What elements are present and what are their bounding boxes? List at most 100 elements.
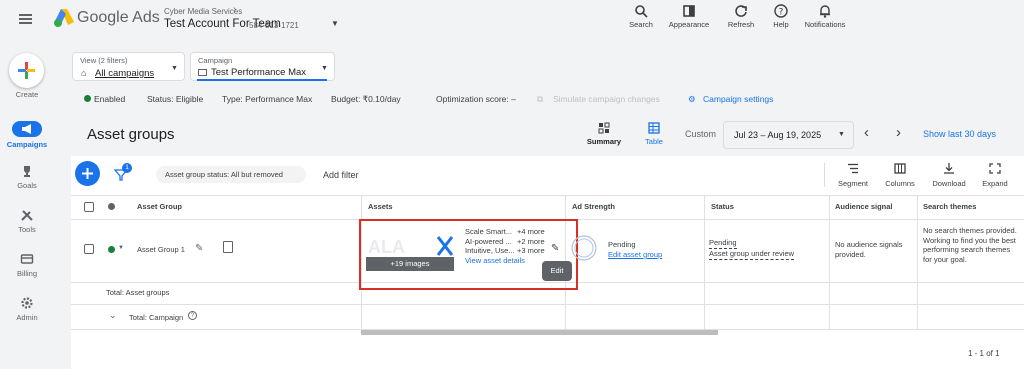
summary-label: Summary — [586, 137, 622, 146]
account-parent[interactable]: Cyber Media Services — [164, 7, 242, 16]
nav-campaigns[interactable]: Campaigns — [0, 121, 54, 149]
col-divider — [829, 196, 830, 330]
audience-signal-value: No audience signals provided. — [835, 240, 903, 259]
refresh-label: Refresh — [727, 20, 755, 29]
segment-label: Segment — [837, 179, 869, 188]
search-label: Search — [629, 20, 653, 29]
expand-button[interactable]: Expand — [978, 163, 1012, 188]
asset-group-status-filter-chip[interactable]: Asset group status: All but removed — [156, 166, 306, 183]
add-asset-group-button[interactable] — [75, 161, 100, 186]
col-assets[interactable]: Assets — [368, 202, 393, 211]
expand-icon — [989, 163, 1001, 174]
summary-icon — [598, 122, 610, 134]
horizontal-scrollbar[interactable] — [361, 330, 718, 335]
nav-campaigns-label: Campaigns — [6, 140, 48, 149]
expand-label: Expand — [982, 179, 1008, 188]
help-label: Help — [773, 20, 789, 29]
trophy-icon — [24, 166, 30, 177]
campaign-status: Status: Eligible — [147, 94, 204, 104]
col-audience-signal[interactable]: Audience signal — [835, 202, 893, 211]
nav-tools[interactable]: Tools — [0, 208, 54, 234]
col-search-themes[interactable]: Search themes — [923, 202, 976, 211]
highlight-box — [359, 219, 578, 290]
refresh-icon — [735, 5, 747, 17]
columns-button[interactable]: Columns — [880, 163, 920, 188]
account-dropdown-icon[interactable]: ▼ — [331, 19, 339, 28]
add-filter-button[interactable]: Add filter — [323, 170, 359, 180]
google-ads-logo-icon — [54, 9, 74, 27]
nav-billing[interactable]: Billing — [0, 252, 54, 278]
campaign-type: Type: Performance Max — [222, 94, 313, 104]
filter-button[interactable]: 1 — [114, 163, 132, 182]
simulate-campaign-changes: Simulate campaign changes — [553, 94, 660, 104]
col-status[interactable]: Status — [711, 202, 734, 211]
ad-strength-value: Pending — [608, 240, 636, 249]
campaign-settings-link[interactable]: Campaign settings — [703, 94, 773, 104]
help-button[interactable]: ? Help — [768, 4, 794, 29]
filter-chip-label: Asset group status: All but removed — [165, 170, 283, 179]
asset-group-name[interactable]: Asset Group 1 — [137, 245, 185, 255]
enabled-dot — [108, 246, 115, 253]
appearance-icon — [683, 5, 695, 17]
chevron-left-icon[interactable]: ‹ — [864, 124, 869, 141]
summary-view-button[interactable]: Summary — [585, 122, 623, 146]
chevron-right-icon: › — [233, 4, 237, 15]
nav-goals[interactable]: Goals — [0, 164, 54, 190]
col-divider — [917, 196, 918, 330]
page-title: Asset groups — [87, 126, 175, 143]
account-id: 584-313-1721 — [249, 21, 299, 30]
table-label: Table — [645, 137, 663, 146]
nav-create-label: Create — [15, 90, 39, 99]
download-button[interactable]: Download — [929, 163, 969, 188]
edit-asset-group-link[interactable]: Edit asset group — [608, 250, 662, 260]
notifications-label: Notifications — [804, 20, 846, 29]
create-button[interactable] — [9, 53, 44, 88]
billing-icon — [20, 254, 34, 264]
show-last-30-days-link[interactable]: Show last 30 days — [923, 129, 996, 139]
segment-button[interactable]: Segment — [833, 163, 873, 188]
col-asset-group[interactable]: Asset Group — [137, 202, 182, 211]
campaign-filter[interactable]: Campaign Test Performance Max ▼ — [190, 52, 335, 81]
nav-billing-label: Billing — [16, 269, 37, 278]
table-icon — [648, 122, 660, 134]
campaign-filter-label: Campaign — [198, 56, 233, 65]
status-dropdown-icon[interactable]: ▼ — [118, 245, 124, 251]
nav-create[interactable]: Create — [0, 90, 54, 99]
megaphone-icon — [12, 121, 42, 137]
menu-icon[interactable] — [19, 14, 32, 24]
edit-pencil-icon[interactable]: ✎ — [195, 243, 203, 254]
search-icon — [635, 5, 648, 18]
ad-strength-gauge-icon — [571, 235, 597, 261]
campaign-enabled[interactable]: Enabled — [94, 94, 125, 104]
col-ad-strength[interactable]: Ad Strength — [572, 202, 615, 211]
date-range-picker[interactable]: Jul 23 – Aug 19, 2025 ▼ — [723, 121, 854, 149]
filter-count-badge: 1 — [122, 163, 132, 173]
search-themes-value: No search themes provided. Working to fi… — [923, 226, 1017, 264]
date-dropdown-icon: ▼ — [838, 131, 845, 138]
left-nav: Create Campaigns Goals Tools Billing Adm… — [0, 40, 54, 369]
row-checkbox[interactable] — [84, 244, 94, 254]
table-view-button[interactable]: Table — [637, 122, 671, 146]
appearance-button[interactable]: Appearance — [665, 4, 713, 29]
campaign-type-icon — [198, 69, 207, 76]
row-status-detail[interactable]: Asset group under review — [709, 249, 795, 260]
chevron-down-icon[interactable]: ⌄ — [109, 310, 117, 321]
refresh-button[interactable]: Refresh — [722, 4, 760, 29]
search-button[interactable]: Search — [624, 4, 658, 29]
nav-tools-label: Tools — [18, 225, 36, 234]
date-range-value: Jul 23 – Aug 19, 2025 — [734, 130, 822, 140]
select-all-checkbox[interactable] — [84, 202, 94, 212]
nav-admin[interactable]: Admin — [0, 296, 54, 322]
chevron-right-icon[interactable]: › — [896, 124, 901, 141]
top-bar: Google Ads Cyber Media Services › Test A… — [0, 0, 1024, 40]
plus-icon — [18, 62, 35, 79]
table-divider — [71, 195, 1024, 196]
plus-icon — [82, 168, 93, 179]
notifications-button[interactable]: Notifications — [800, 4, 850, 29]
row-status[interactable]: Pending — [709, 238, 737, 249]
help-icon[interactable]: ? — [188, 311, 197, 320]
campaign-budget: Budget: ₹0.10/day — [331, 94, 401, 104]
simulate-icon: ⧉ — [537, 94, 544, 104]
view-filter[interactable]: View (2 filters) ⌂ All campaigns ▼ — [72, 52, 185, 81]
copy-icon[interactable] — [223, 241, 233, 253]
